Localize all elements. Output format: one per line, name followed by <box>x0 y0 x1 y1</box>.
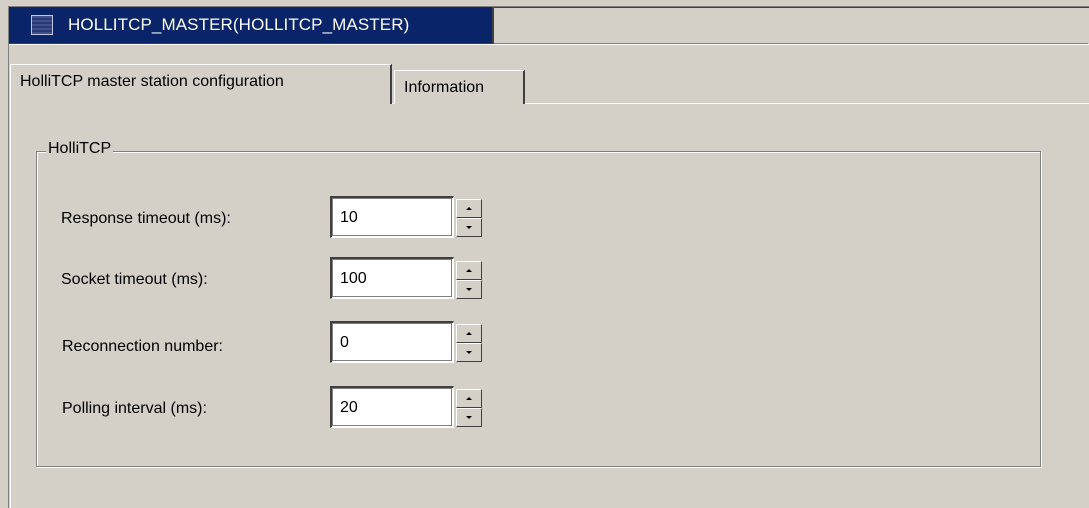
polling-interval-input[interactable] <box>330 386 454 428</box>
response-timeout-input[interactable] <box>330 196 454 238</box>
arrow-up-icon <box>466 207 472 210</box>
arrow-down-icon <box>466 226 472 229</box>
reconnection-number-input[interactable] <box>330 321 454 363</box>
polling-interval-label: Polling interval (ms): <box>62 400 207 417</box>
response-timeout-spinner <box>456 199 482 237</box>
arrow-up-icon <box>466 397 472 400</box>
spin-up-button[interactable] <box>456 324 482 343</box>
response-timeout-label: Response timeout (ms): <box>61 210 231 227</box>
spin-down-button[interactable] <box>456 343 482 362</box>
spin-down-button[interactable] <box>456 408 482 427</box>
socket-timeout-label: Socket timeout (ms): <box>61 271 208 288</box>
arrow-down-icon <box>466 416 472 419</box>
hollitcp-groupbox <box>36 151 1041 467</box>
polling-interval-spinner <box>456 389 482 427</box>
spin-down-button[interactable] <box>456 218 482 237</box>
document-tab[interactable]: HOLLITCP_MASTER(HOLLITCP_MASTER) <box>9 7 494 44</box>
tab-master-station-configuration[interactable]: HolliTCP master station configuration <box>10 64 392 104</box>
socket-timeout-spinner <box>456 261 482 299</box>
module-icon <box>31 15 53 35</box>
spin-up-button[interactable] <box>456 261 482 280</box>
spin-up-button[interactable] <box>456 199 482 218</box>
arrow-up-icon <box>466 332 472 335</box>
arrow-up-icon <box>466 269 472 272</box>
socket-timeout-input[interactable] <box>330 257 454 299</box>
document-tab-strip: HOLLITCP_MASTER(HOLLITCP_MASTER) <box>9 6 1089 45</box>
tab-label: Information <box>404 78 485 96</box>
document-tab-title: HOLLITCP_MASTER(HOLLITCP_MASTER) <box>68 15 410 34</box>
document-tab-strip-empty <box>494 7 1088 44</box>
spin-down-button[interactable] <box>456 280 482 299</box>
arrow-down-icon <box>466 351 472 354</box>
arrow-down-icon <box>466 288 472 291</box>
tab-information[interactable]: Information <box>394 70 525 104</box>
reconnection-number-spinner <box>456 324 482 362</box>
tab-label: HolliTCP master station configuration <box>20 72 284 90</box>
reconnection-number-label: Reconnection number: <box>62 338 223 355</box>
groupbox-title: HolliTCP <box>46 140 114 158</box>
spin-up-button[interactable] <box>456 389 482 408</box>
